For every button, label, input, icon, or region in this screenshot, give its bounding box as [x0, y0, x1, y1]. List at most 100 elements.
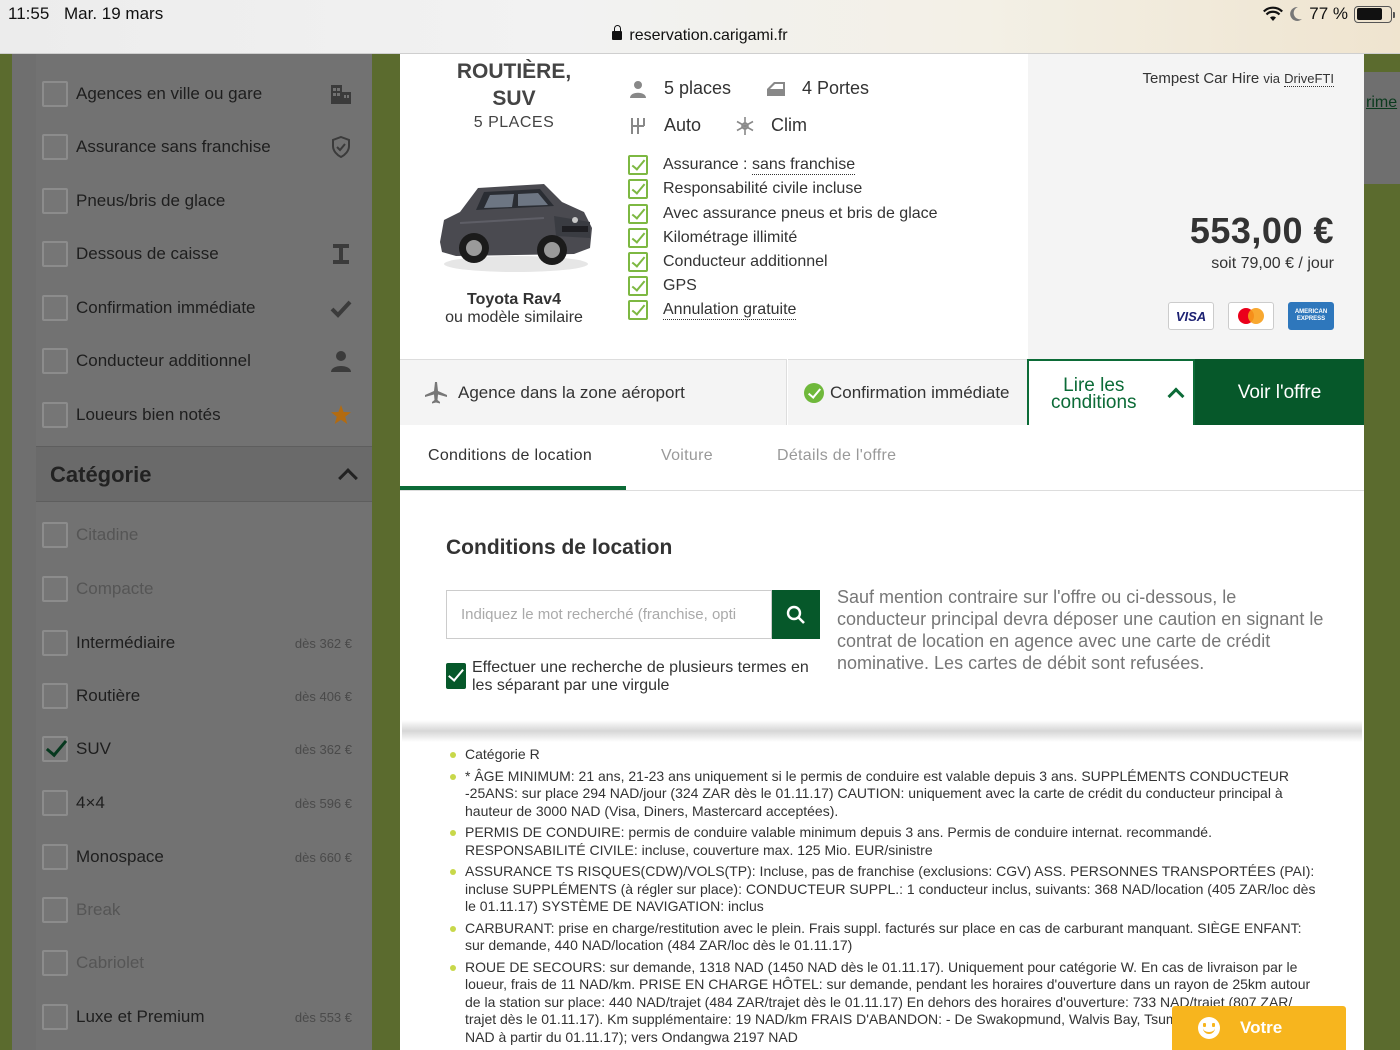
- checkbox[interactable]: [42, 1004, 68, 1030]
- category-break[interactable]: Break: [42, 893, 362, 927]
- amex-icon: AMERICAN EXPRESS: [1288, 302, 1334, 330]
- chat-widget-button[interactable]: Votre: [1172, 1006, 1346, 1050]
- spec-transmission: Auto: [628, 115, 701, 136]
- battery-icon: [1354, 5, 1395, 23]
- filter-agencies-city[interactable]: Agences en ville ou gare: [42, 77, 362, 111]
- checkbox[interactable]: [42, 844, 68, 870]
- category-compacte[interactable]: Compacte: [42, 572, 362, 606]
- car-model: Toyota Rav4: [467, 291, 561, 308]
- smiley-icon: [1198, 1017, 1220, 1039]
- feature-tyres-glass: Avec assurance pneus et bris de glace: [628, 203, 938, 225]
- airplane-icon: [425, 381, 447, 403]
- tab-car[interactable]: Voiture: [661, 447, 713, 465]
- person-icon: [328, 348, 354, 374]
- tab-offer-details[interactable]: Détails de l'offre: [777, 447, 896, 465]
- broker-link[interactable]: DriveFTI: [1284, 71, 1334, 87]
- checkbox[interactable]: [42, 134, 68, 160]
- category-price: dès 362 €: [294, 635, 352, 651]
- included-check-icon: [628, 179, 648, 199]
- feature-gps: GPS: [628, 275, 697, 297]
- search-button[interactable]: [772, 590, 820, 639]
- category-label: SUV: [76, 739, 111, 758]
- filter-top-rated[interactable]: Loueurs bien notés: [42, 398, 362, 432]
- feature-extra-driver: Conducteur additionnel: [628, 251, 828, 273]
- checkbox[interactable]: [42, 81, 68, 107]
- filter-label: Conducteur additionnel: [76, 351, 251, 370]
- checkbox[interactable]: [42, 402, 68, 428]
- category-routiere[interactable]: Routière dès 406 €: [42, 679, 362, 713]
- checkbox[interactable]: [42, 897, 68, 923]
- person-icon: [628, 79, 648, 99]
- tab-rental-conditions[interactable]: Conditions de location: [428, 447, 592, 465]
- category-4x4[interactable]: 4×4 dès 596 €: [42, 786, 362, 820]
- read-conditions-toggle[interactable]: Lire les conditions: [1027, 359, 1195, 425]
- category-intermediaire[interactable]: Intermédiaire dès 362 €: [42, 626, 362, 660]
- check-circle-icon: [804, 382, 824, 403]
- url-text: reservation.carigami.fr: [629, 27, 788, 44]
- address-bar[interactable]: reservation.carigami.fr: [0, 25, 1400, 45]
- status-time: 11:55: [8, 4, 50, 23]
- conditions-search-input[interactable]: [446, 590, 772, 639]
- checkbox[interactable]: [42, 522, 68, 548]
- spec-doors: 4 Portes: [766, 78, 869, 99]
- checkbox[interactable]: [42, 950, 68, 976]
- category-citadine[interactable]: Citadine: [42, 518, 362, 552]
- car-places: 5 PLACES: [473, 114, 555, 131]
- mastercard-icon: [1228, 302, 1274, 330]
- included-check-icon: [628, 204, 648, 224]
- checkbox[interactable]: [42, 630, 68, 656]
- feature-insurance: Assurance : sans franchise: [628, 154, 856, 176]
- checkbox-checked[interactable]: [42, 736, 68, 762]
- cut-off-link[interactable]: rime: [1366, 94, 1397, 112]
- included-check-icon: [628, 155, 648, 175]
- filter-underbody[interactable]: Dessous de caisse: [42, 237, 362, 271]
- checkbox[interactable]: [42, 188, 68, 214]
- lock-icon: [612, 25, 623, 40]
- category-price: dès 553 €: [294, 1009, 352, 1025]
- car-image: [440, 184, 592, 272]
- car-category: ROUTIÈRE, SUV: [456, 60, 572, 110]
- feature-free-cancellation: Annulation gratuite: [628, 299, 797, 321]
- filter-tyres-glass[interactable]: Pneus/bris de glace: [42, 184, 362, 218]
- category-cabriolet[interactable]: Cabriolet: [42, 946, 362, 980]
- right-margin: rime: [1364, 54, 1400, 1050]
- multi-term-checkbox[interactable]: [446, 663, 466, 689]
- car-door-icon: [766, 79, 786, 99]
- checkbox[interactable]: [42, 576, 68, 602]
- visa-icon: VISA: [1168, 302, 1214, 330]
- offer-summary: ROUTIÈRE, SUV 5 PLACES Toyota Rav4 ou mo…: [400, 54, 1364, 359]
- filter-extra-driver[interactable]: Conducteur additionnel: [42, 344, 362, 378]
- category-price: dès 660 €: [294, 849, 352, 865]
- insurance-link[interactable]: sans franchise: [751, 156, 856, 175]
- checkbox[interactable]: [42, 683, 68, 709]
- filter-no-excess[interactable]: Assurance sans franchise: [42, 130, 362, 164]
- filter-label: Loueurs bien notés: [76, 405, 221, 424]
- daily-price: soit 79,00 € / jour: [1211, 255, 1334, 272]
- shield-icon: [328, 134, 354, 160]
- checkbox[interactable]: [42, 348, 68, 374]
- category-suv[interactable]: SUV dès 362 €: [42, 732, 362, 766]
- chevron-up-icon: [338, 468, 358, 488]
- status-bar: 11:55 Mar. 19 mars reservation.carigami.…: [0, 0, 1400, 54]
- category-label: Cabriolet: [76, 953, 145, 972]
- category-monospace[interactable]: Monospace dès 660 €: [42, 840, 362, 874]
- star-icon: [328, 402, 354, 428]
- category-luxe-premium[interactable]: Luxe et Premium dès 553 €: [42, 1000, 362, 1034]
- included-check-icon: [628, 300, 648, 320]
- category-label: Intermédiaire: [76, 633, 176, 652]
- feature-liability: Responsabilité civile incluse: [628, 178, 862, 200]
- agency-location: Agence dans la zone aéroport: [400, 359, 787, 425]
- filter-label: Dessous de caisse: [76, 244, 219, 263]
- cancellation-link[interactable]: Annulation gratuite: [663, 301, 797, 320]
- checkbox[interactable]: [42, 295, 68, 321]
- instant-confirmation: Confirmation immédiate: [788, 359, 1028, 425]
- category-price: dès 362 €: [294, 741, 352, 757]
- checkbox[interactable]: [42, 241, 68, 267]
- active-tab-indicator: [400, 486, 626, 490]
- total-price: 553,00 €: [1189, 210, 1334, 251]
- checkbox[interactable]: [42, 790, 68, 816]
- filter-label: Assurance sans franchise: [76, 137, 271, 156]
- filter-instant-confirm[interactable]: Confirmation immédiate: [42, 291, 362, 325]
- view-offer-button[interactable]: Voir l'offre: [1195, 359, 1364, 425]
- category-section-header[interactable]: Catégorie: [36, 446, 372, 502]
